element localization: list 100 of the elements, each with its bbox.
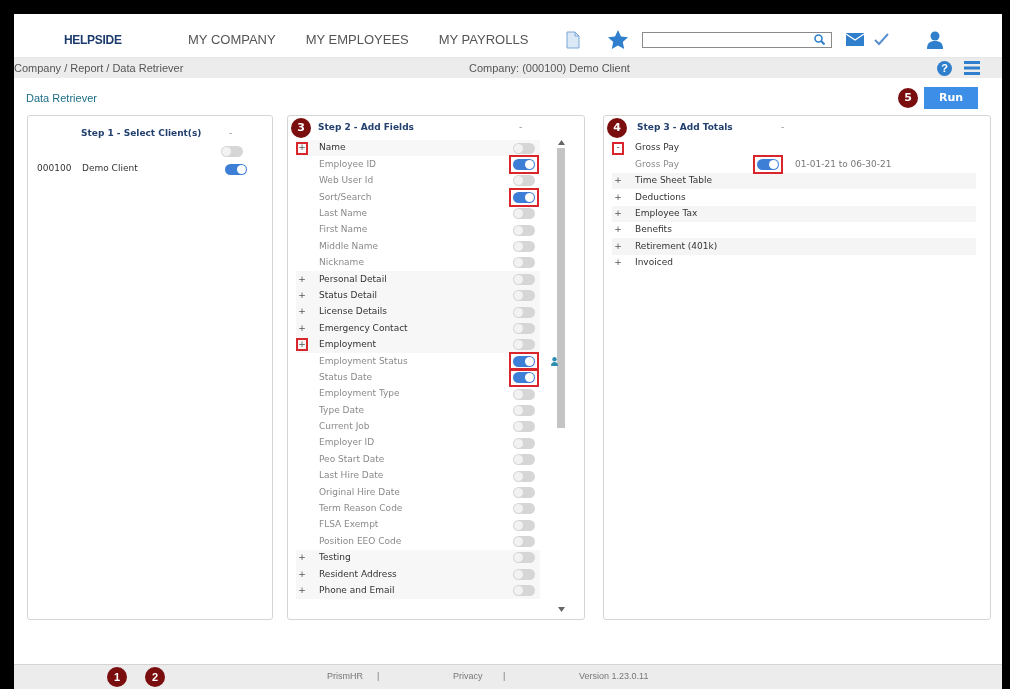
expand-toggle[interactable]: + — [296, 141, 308, 155]
panel-title: Step 2 - Add Fields — [318, 121, 415, 135]
expand-toggle[interactable]: + — [612, 223, 624, 237]
toggle-switch[interactable] — [513, 552, 535, 564]
step-badge: 4 — [607, 118, 627, 138]
search-field[interactable] — [642, 31, 833, 48]
total-group-label[interactable]: Invoiced — [635, 256, 673, 270]
field-label: First Name — [319, 223, 369, 237]
toggle-switch[interactable] — [513, 437, 535, 449]
separator: | — [503, 670, 507, 684]
toggle-switch[interactable] — [513, 388, 535, 400]
field-label: Last Name — [319, 207, 369, 220]
check-icon[interactable] — [874, 33, 890, 46]
field-label: FLSA Exempt — [319, 518, 380, 532]
nav-link[interactable]: MY COMPANY — [188, 29, 276, 50]
person-icon[interactable] — [551, 356, 558, 366]
expand-toggle[interactable]: - — [612, 141, 624, 155]
toggle-switch[interactable] — [513, 421, 535, 433]
toggle-switch[interactable] — [513, 323, 535, 334]
field-label: Peo Start Date — [319, 452, 386, 466]
expand-toggle[interactable]: + — [296, 584, 308, 598]
toggle-switch[interactable] — [513, 339, 535, 351]
field-label: Position EEO Code — [319, 534, 403, 548]
expand-toggle[interactable]: + — [296, 322, 308, 335]
expand-toggle[interactable]: + — [612, 190, 624, 204]
field-label: Employment Status — [319, 354, 409, 368]
field-group-label[interactable]: Name — [319, 141, 509, 155]
list-icon[interactable] — [964, 61, 980, 75]
expand-toggle[interactable]: + — [296, 305, 308, 319]
total-group-label[interactable]: Retirement (401k) — [635, 239, 718, 254]
field-group-label[interactable]: Personal Detail — [319, 272, 509, 287]
toggle-switch[interactable] — [513, 224, 535, 236]
company-label: Company: (000100) Demo Client — [469, 60, 630, 76]
toggle-switch[interactable] — [513, 241, 535, 253]
field-group-label[interactable]: Resident Address — [319, 567, 509, 582]
field-group-label[interactable]: License Details — [319, 305, 509, 319]
star-icon[interactable] — [608, 30, 629, 49]
expand-toggle[interactable]: + — [612, 240, 624, 254]
toggle-switch[interactable] — [513, 503, 535, 515]
toggle-switch[interactable] — [513, 486, 535, 498]
search-icon[interactable] — [814, 34, 826, 45]
toggle-switch[interactable] — [513, 208, 535, 220]
collapse-sign[interactable]: - — [519, 121, 523, 135]
total-group-label[interactable]: Gross Pay — [635, 141, 680, 155]
toggle-switch[interactable] — [225, 163, 247, 175]
toggle-switch[interactable] — [513, 142, 535, 154]
expand-toggle[interactable]: + — [296, 289, 308, 303]
field-group-label[interactable]: Status Detail — [319, 288, 509, 303]
toggle-switch[interactable] — [513, 568, 535, 580]
toggle-switch[interactable] — [513, 273, 535, 285]
toggle-switch[interactable] — [513, 175, 535, 187]
toggle-switch[interactable] — [513, 536, 535, 548]
nav-link[interactable]: MY PAYROLLS — [438, 29, 529, 50]
field-label: Status Date — [319, 370, 374, 384]
field-label: Employment Type — [319, 387, 401, 401]
mail-icon[interactable] — [846, 33, 865, 46]
field-label: Original Hire Date — [319, 485, 401, 499]
toggle-switch[interactable] — [513, 404, 535, 416]
toggle-switch[interactable] — [513, 454, 535, 466]
footer-link[interactable]: PrismHR — [327, 670, 377, 684]
field-label: Sort/Search — [319, 190, 373, 204]
toggle-switch[interactable] — [513, 470, 535, 482]
field-group-label[interactable]: Employment — [319, 338, 509, 352]
field-label: Nickname — [319, 256, 365, 270]
field-group-label[interactable]: Testing — [319, 551, 509, 565]
help-icon[interactable]: ? — [937, 60, 952, 76]
expand-toggle[interactable]: + — [296, 551, 308, 565]
footer-link[interactable]: Privacy — [453, 670, 503, 684]
toggle-switch[interactable] — [221, 146, 243, 157]
scroll-down-icon[interactable] — [557, 607, 565, 612]
user-icon[interactable] — [927, 30, 944, 49]
scroll-up-icon[interactable] — [557, 140, 565, 145]
nav-link[interactable]: MY EMPLOYEES — [305, 29, 409, 50]
toggle-switch[interactable] — [513, 519, 535, 531]
toggle-switch[interactable] — [513, 306, 535, 318]
collapse-sign[interactable]: - — [229, 126, 233, 140]
expand-toggle[interactable]: + — [296, 338, 308, 352]
total-group-label[interactable]: Employee Tax — [635, 207, 698, 221]
toggle-switch[interactable] — [513, 290, 535, 302]
document-icon[interactable] — [566, 30, 581, 49]
step-badge: 2 — [145, 667, 165, 687]
expand-toggle[interactable]: + — [296, 272, 308, 286]
expand-toggle[interactable]: + — [296, 567, 308, 581]
field-group-label[interactable]: Phone and Email — [319, 584, 509, 598]
total-group-label[interactable]: Benefits — [635, 223, 672, 237]
scrollbar[interactable] — [556, 140, 566, 612]
toggle-switch[interactable] — [513, 257, 535, 269]
expand-toggle[interactable]: + — [612, 256, 624, 270]
total-group-label[interactable]: Deductions — [635, 190, 686, 205]
total-group-label[interactable]: Time Sheet Table — [635, 174, 713, 188]
logo[interactable]: HELPSIDE — [64, 30, 144, 49]
separator: | — [377, 670, 381, 684]
breadcrumb: Company / Report / Data Retriever — [14, 60, 185, 76]
field-label: Middle Name — [319, 239, 380, 253]
expand-toggle[interactable]: + — [612, 174, 624, 188]
field-label: Term Reason Code — [319, 502, 404, 516]
toggle-switch[interactable] — [513, 585, 535, 597]
collapse-sign[interactable]: - — [781, 121, 785, 135]
expand-toggle[interactable]: + — [612, 207, 624, 221]
field-group-label[interactable]: Emergency Contact — [319, 321, 509, 336]
